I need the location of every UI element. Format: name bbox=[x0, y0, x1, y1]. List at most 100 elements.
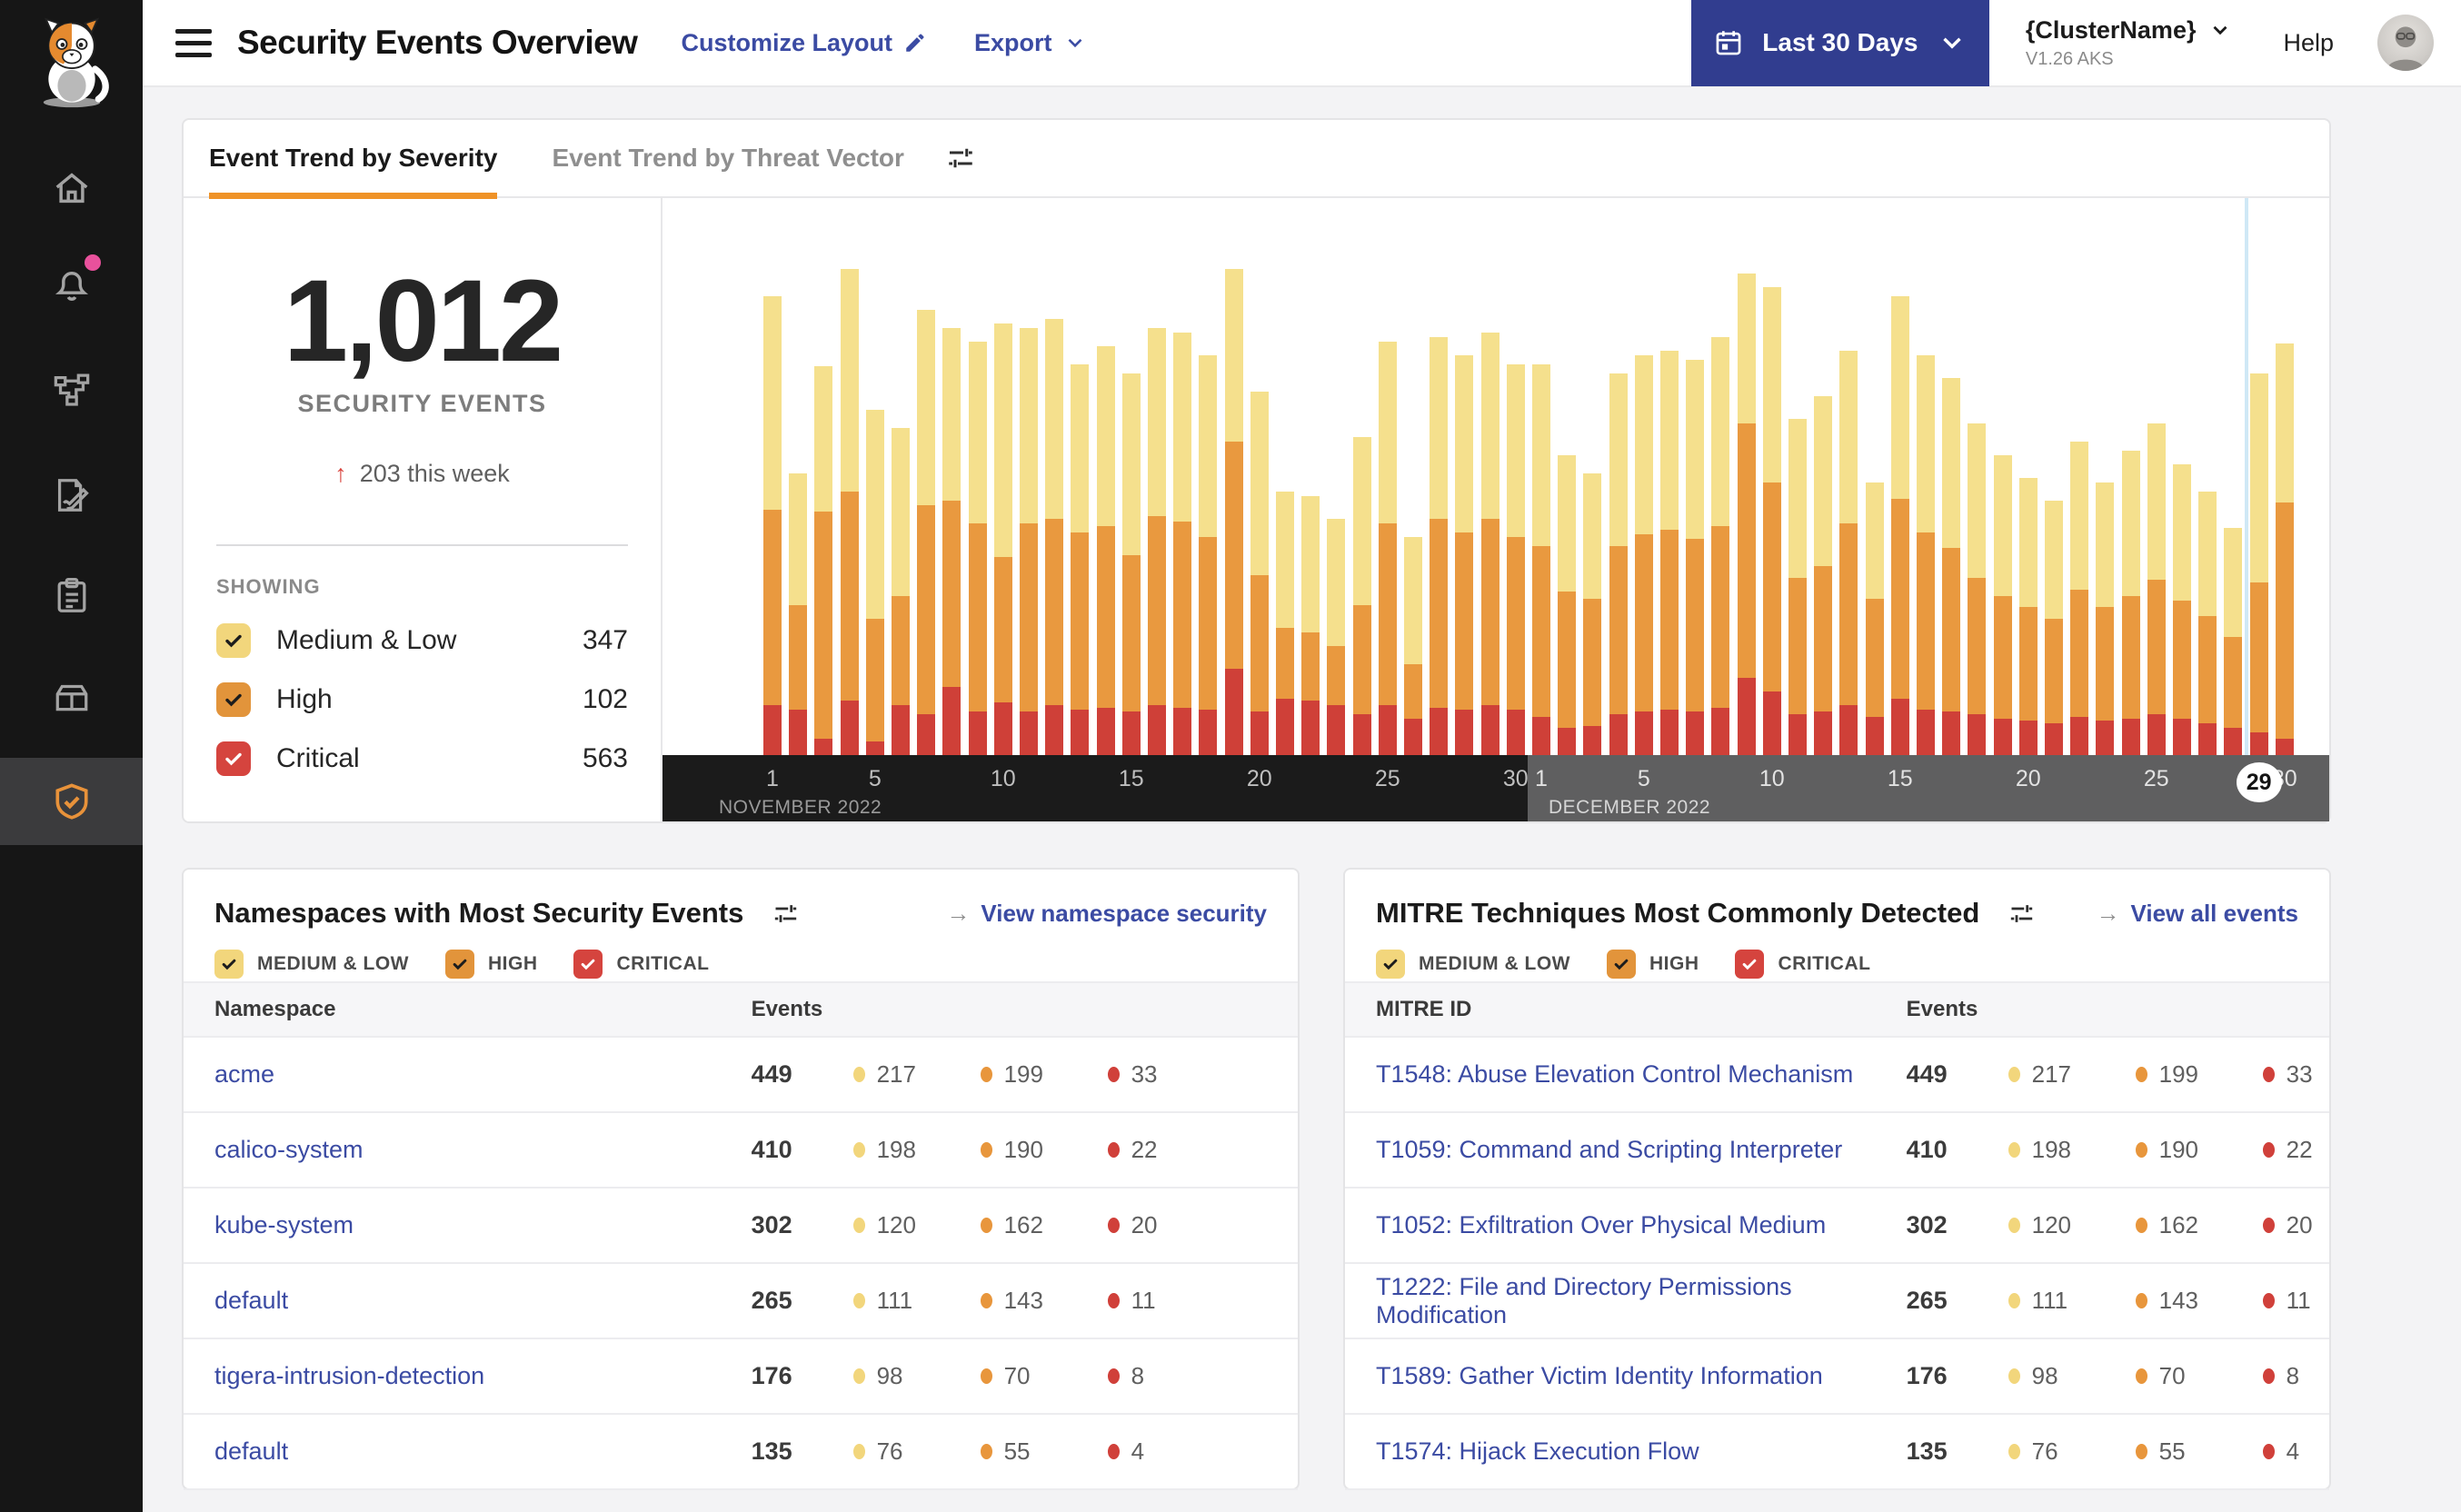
customize-layout-button[interactable]: Customize Layout bbox=[681, 29, 927, 57]
chart-bar-day-dec-25[interactable] bbox=[2147, 423, 2166, 755]
chart-bar-day-dec-28[interactable] bbox=[2224, 528, 2243, 755]
namespace-link[interactable]: acme bbox=[214, 1060, 274, 1088]
critical-checkbox[interactable] bbox=[1735, 950, 1765, 979]
chart-bar-day-nov-10[interactable] bbox=[993, 323, 1012, 755]
chart-bar-day-nov-1[interactable] bbox=[763, 296, 782, 755]
mitre-technique-link[interactable]: T1574: Hijack Execution Flow bbox=[1376, 1437, 1699, 1465]
chart-bar-day-dec-15[interactable] bbox=[1890, 296, 1909, 755]
chart-bar-day-dec-9[interactable] bbox=[1737, 274, 1756, 755]
critical-checkbox[interactable] bbox=[216, 741, 251, 776]
chart-bar-day-dec-17[interactable] bbox=[1942, 378, 1961, 755]
namespace-link[interactable]: default bbox=[214, 1437, 288, 1465]
sidebar-item-compliance[interactable] bbox=[0, 552, 143, 640]
view-namespace-security-link[interactable]: → View namespace security bbox=[946, 900, 1267, 928]
chart-bar-day-dec-23[interactable] bbox=[2096, 482, 2115, 755]
chart-bar-day-dec-16[interactable] bbox=[1917, 355, 1935, 755]
view-all-events-link[interactable]: → View all events bbox=[2096, 900, 2298, 928]
chart-bar-day-dec-26[interactable] bbox=[2173, 464, 2191, 755]
chart-bar-day-nov-20[interactable] bbox=[1250, 392, 1269, 755]
chart-bar-day-nov-13[interactable] bbox=[1071, 364, 1090, 755]
chart-bar-day-nov-21[interactable] bbox=[1276, 492, 1294, 755]
chart-bar-day-nov-18[interactable] bbox=[1199, 355, 1218, 755]
chart-bar-day-nov-27[interactable] bbox=[1430, 337, 1449, 755]
sidebar-item-policies[interactable] bbox=[0, 452, 143, 539]
namespace-link[interactable]: calico-system bbox=[214, 1136, 364, 1163]
chart-bar-day-dec-30[interactable] bbox=[2275, 343, 2294, 755]
chart-bar-day-nov-17[interactable] bbox=[1173, 333, 1192, 755]
namespace-link[interactable]: kube-system bbox=[214, 1211, 354, 1238]
chart-bar-day-nov-11[interactable] bbox=[1020, 328, 1038, 755]
namespace-link[interactable]: default bbox=[214, 1287, 288, 1314]
chart-bar-day-dec-6[interactable] bbox=[1660, 351, 1679, 755]
chart-bar-day-dec-1[interactable] bbox=[1532, 364, 1550, 755]
sidebar-item-service-graph[interactable] bbox=[0, 347, 143, 434]
chart-bar-day-dec-13[interactable] bbox=[1839, 351, 1858, 755]
sidebar-item-home[interactable] bbox=[0, 144, 143, 232]
chart-bar-day-nov-15[interactable] bbox=[1121, 373, 1141, 755]
medium-low-checkbox[interactable] bbox=[216, 623, 251, 658]
medium-low-checkbox[interactable] bbox=[1376, 950, 1405, 979]
chart-bar-day-nov-6[interactable] bbox=[892, 428, 910, 755]
selected-day-marker[interactable]: 29 bbox=[2236, 762, 2282, 802]
chart-bar-day-nov-12[interactable] bbox=[1045, 319, 1064, 755]
chart-bar-day-dec-4[interactable] bbox=[1609, 373, 1628, 755]
chart-bar-day-dec-24[interactable] bbox=[2121, 451, 2140, 755]
chart-bar-day-nov-22[interactable] bbox=[1301, 496, 1320, 755]
high-checkbox[interactable] bbox=[444, 950, 474, 979]
high-checkbox[interactable] bbox=[1606, 950, 1636, 979]
chart-bar-day-dec-14[interactable] bbox=[1865, 482, 1884, 755]
chart-bar-day-nov-19[interactable] bbox=[1224, 269, 1243, 755]
chart-bar-day-dec-8[interactable] bbox=[1711, 337, 1730, 755]
help-link[interactable]: Help bbox=[2283, 29, 2334, 57]
chart-bar-day-nov-26[interactable] bbox=[1404, 537, 1422, 755]
chart-bar-day-nov-23[interactable] bbox=[1327, 519, 1346, 755]
chart-bar-day-nov-24[interactable] bbox=[1352, 437, 1371, 755]
sidebar-item-alerts[interactable] bbox=[0, 243, 143, 330]
date-range-button[interactable]: Last 30 Days bbox=[1690, 0, 1989, 86]
panel-settings-icon[interactable] bbox=[771, 899, 801, 929]
mitre-technique-link[interactable]: T1548: Abuse Elevation Control Mechanism bbox=[1376, 1060, 1853, 1088]
high-checkbox[interactable] bbox=[216, 682, 251, 717]
chart-settings-icon[interactable] bbox=[944, 142, 977, 174]
chart-bar-day-dec-12[interactable] bbox=[1814, 396, 1833, 755]
calico-cat-logo[interactable] bbox=[22, 9, 122, 108]
tab-event-trend-by-threat-vector[interactable]: Event Trend by Threat Vector bbox=[552, 119, 903, 197]
chart-bar-day-nov-8[interactable] bbox=[942, 328, 961, 755]
sidebar-item-threat-defense[interactable] bbox=[0, 758, 143, 845]
mitre-technique-link[interactable]: T1059: Command and Scripting Interpreter bbox=[1376, 1136, 1842, 1163]
chart-bar-day-dec-19[interactable] bbox=[1993, 455, 2012, 755]
mitre-technique-link[interactable]: T1052: Exfiltration Over Physical Medium bbox=[1376, 1211, 1826, 1238]
chart-bar-day-nov-14[interactable] bbox=[1096, 346, 1115, 755]
namespace-link[interactable]: tigera-intrusion-detection bbox=[214, 1362, 484, 1389]
cluster-selector[interactable]: {ClusterName} V1.26 AKS bbox=[2026, 16, 2233, 70]
chart-bar-day-dec-2[interactable] bbox=[1558, 455, 1577, 755]
chart-bar-day-nov-5[interactable] bbox=[865, 410, 884, 755]
chart-bar-day-dec-7[interactable] bbox=[1686, 360, 1705, 755]
tab-event-trend-by-severity[interactable]: Event Trend by Severity bbox=[209, 119, 498, 199]
chart-bar-day-dec-20[interactable] bbox=[2018, 478, 2038, 755]
chart-bar-day-nov-9[interactable] bbox=[968, 342, 987, 755]
chart-bar-day-dec-11[interactable] bbox=[1788, 419, 1807, 755]
menu-icon[interactable] bbox=[175, 28, 212, 57]
chart-bar-day-dec-21[interactable] bbox=[2045, 501, 2063, 755]
chart-bar-day-dec-5[interactable] bbox=[1634, 355, 1653, 755]
chart-bar-day-nov-3[interactable] bbox=[814, 366, 833, 755]
mitre-technique-link[interactable]: T1589: Gather Victim Identity Informatio… bbox=[1376, 1362, 1823, 1389]
chart-bar-day-nov-2[interactable] bbox=[789, 473, 808, 755]
user-avatar[interactable] bbox=[2377, 15, 2434, 71]
chart-bar-day-dec-29[interactable] bbox=[2249, 373, 2268, 755]
chart-bar-day-nov-29[interactable] bbox=[1480, 333, 1500, 755]
medium-low-checkbox[interactable] bbox=[214, 950, 244, 979]
chart-bar-day-nov-28[interactable] bbox=[1455, 355, 1474, 755]
chart-bar-day-dec-10[interactable] bbox=[1762, 287, 1781, 755]
chart-bar-day-nov-16[interactable] bbox=[1148, 328, 1166, 755]
chart-bar-day-dec-27[interactable] bbox=[2198, 492, 2217, 755]
export-button[interactable]: Export bbox=[974, 29, 1087, 57]
chart-bar-day-dec-18[interactable] bbox=[1968, 423, 1987, 755]
chart-bar-day-nov-30[interactable] bbox=[1506, 364, 1525, 755]
mitre-technique-link[interactable]: T1222: File and Directory Permissions Mo… bbox=[1376, 1273, 1792, 1328]
chart-bar-day-dec-3[interactable] bbox=[1583, 473, 1602, 755]
chart-bar-day-nov-7[interactable] bbox=[917, 310, 936, 755]
chart-bar-day-nov-4[interactable] bbox=[840, 269, 859, 755]
chart-bar-day-nov-25[interactable] bbox=[1378, 342, 1397, 755]
